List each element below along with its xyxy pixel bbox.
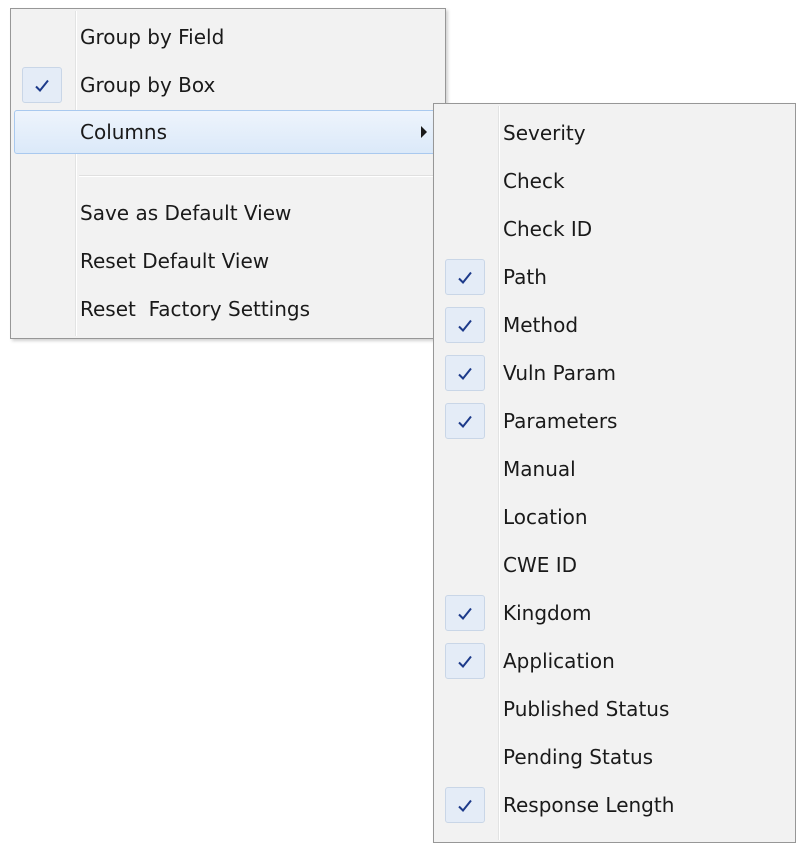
checkmark-icon	[22, 67, 62, 103]
checkmark-icon	[445, 355, 485, 391]
column-item-label: Published Status	[503, 697, 670, 721]
menu-separator	[79, 175, 437, 177]
column-item-pending-status[interactable]: Pending Status	[437, 735, 792, 779]
menu-item-label: Columns	[80, 120, 168, 144]
column-item-label: Severity	[503, 121, 586, 145]
checkmark-icon	[445, 403, 485, 439]
column-item-label: CWE ID	[503, 553, 578, 577]
column-item-application[interactable]: Application	[437, 639, 792, 683]
context-menu: Group by Field Group by Box Columns Save…	[10, 8, 446, 339]
column-item-parameters[interactable]: Parameters	[437, 399, 792, 443]
column-item-manual[interactable]: Manual	[437, 447, 792, 491]
column-item-label: Vuln Param	[503, 361, 616, 385]
menu-item-save-as-default-view[interactable]: Save as Default View	[14, 191, 442, 235]
column-item-label: Application	[503, 649, 615, 673]
column-item-published-status[interactable]: Published Status	[437, 687, 792, 731]
menu-item-label: Group by Box	[80, 73, 216, 97]
menu-item-group-by-box[interactable]: Group by Box	[14, 63, 442, 107]
menu-item-group-by-field[interactable]: Group by Field	[14, 15, 442, 59]
column-item-label: Parameters	[503, 409, 618, 433]
column-item-check-id[interactable]: Check ID	[437, 207, 792, 251]
column-item-check[interactable]: Check	[437, 159, 792, 203]
column-item-method[interactable]: Method	[437, 303, 792, 347]
checkmark-icon	[445, 307, 485, 343]
column-item-label: Kingdom	[503, 601, 592, 625]
column-item-response-length[interactable]: Response Length	[437, 783, 792, 827]
column-item-label: Manual	[503, 457, 576, 481]
column-item-label: Check	[503, 169, 565, 193]
submenu-arrow-icon	[421, 126, 427, 138]
column-item-label: Method	[503, 313, 579, 337]
column-item-severity[interactable]: Severity	[437, 111, 792, 155]
column-item-cwe-id[interactable]: CWE ID	[437, 543, 792, 587]
columns-submenu: Severity Check Check ID Path Method Vuln…	[433, 103, 796, 843]
menu-item-columns[interactable]: Columns	[14, 110, 442, 154]
checkmark-icon	[445, 643, 485, 679]
menu-item-label: Save as Default View	[80, 201, 292, 225]
column-item-label: Location	[503, 505, 588, 529]
checkmark-icon	[445, 595, 485, 631]
column-item-label: Pending Status	[503, 745, 654, 769]
checkmark-icon	[445, 787, 485, 823]
column-item-kingdom[interactable]: Kingdom	[437, 591, 792, 635]
menu-item-reset-default-view[interactable]: Reset Default View	[14, 239, 442, 283]
menu-item-label: Group by Field	[80, 25, 225, 49]
column-item-vuln-param[interactable]: Vuln Param	[437, 351, 792, 395]
checkmark-icon	[445, 259, 485, 295]
menu-item-label: Reset Default View	[80, 249, 270, 273]
column-item-path[interactable]: Path	[437, 255, 792, 299]
column-item-label: Response Length	[503, 793, 675, 817]
column-item-label: Check ID	[503, 217, 593, 241]
column-item-label: Path	[503, 265, 547, 289]
menu-item-label: Reset Factory Settings	[80, 297, 311, 321]
column-item-location[interactable]: Location	[437, 495, 792, 539]
menu-item-reset-factory-settings[interactable]: Reset Factory Settings	[14, 287, 442, 331]
